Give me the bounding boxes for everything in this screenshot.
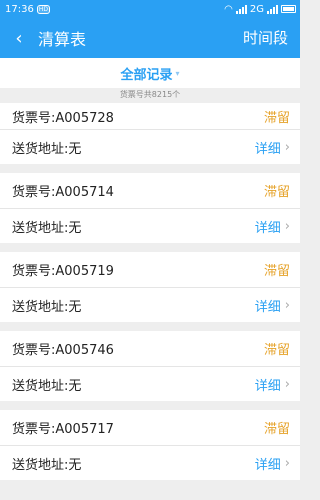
record-card[interactable]: 货票号:A005746 滞留 送货地址:无 详细 › xyxy=(0,331,300,401)
detail-link[interactable]: 详细 › xyxy=(255,296,290,315)
ticket-text: 货票号:A005746 xyxy=(12,343,114,358)
address-value: 无 xyxy=(68,141,82,157)
status-badge: 滞留 xyxy=(263,185,290,200)
time-filter-button[interactable]: 时间段 xyxy=(243,18,288,58)
signal-icon-2 xyxy=(267,4,278,14)
address-text: 送货地址:无 xyxy=(12,457,82,473)
ticket-text: 货票号:A005717 xyxy=(12,422,114,437)
chevron-right-icon: › xyxy=(284,297,290,313)
record-card[interactable]: 货票号:A005714 滞留 送货地址:无 详细 › xyxy=(0,173,300,243)
address-row: 送货地址:无 详细 › xyxy=(0,366,300,401)
record-filter-dropdown[interactable]: 全部记录 ▾ xyxy=(0,58,300,88)
ticket-row: 货票号:A005717 滞留 xyxy=(0,410,300,445)
chevron-right-icon: › xyxy=(284,455,290,471)
detail-link[interactable]: 详细 › xyxy=(255,217,290,236)
address-value: 无 xyxy=(68,220,82,236)
page-title: 清算表 xyxy=(38,30,87,49)
title-bar: ‹ 清算表 时间段 xyxy=(0,18,300,58)
ticket-text: 货票号:A005728 xyxy=(12,110,114,126)
address-row: 送货地址:无 详细 › xyxy=(0,445,300,480)
wifi-icon: ◠ xyxy=(224,3,233,15)
ticket-number: A005746 xyxy=(55,343,114,358)
record-card[interactable]: 货票号:A005728 滞留 送货地址:无 详细 › xyxy=(0,103,300,164)
status-badge: 滞留 xyxy=(263,264,290,279)
battery-icon xyxy=(281,5,296,13)
address-value: 无 xyxy=(68,457,82,473)
address-text: 送货地址:无 xyxy=(12,220,82,236)
ticket-row: 货票号:A005719 滞留 xyxy=(0,252,300,287)
ticket-text: 货票号:A005719 xyxy=(12,264,114,279)
address-row: 送货地址:无 详细 › xyxy=(0,129,300,164)
back-arrow-icon: ‹ xyxy=(15,27,23,49)
record-list: 货票号:A005728 滞留 送货地址:无 详细 › 货票号:A005714 滞留… xyxy=(0,103,300,480)
status-time: 17:36 xyxy=(5,3,34,15)
detail-link[interactable]: 详细 › xyxy=(255,454,290,473)
filter-label: 全部记录 xyxy=(120,67,173,83)
address-row: 送货地址:无 详细 › xyxy=(0,208,300,243)
chevron-right-icon: › xyxy=(284,218,290,234)
address-text: 送货地址:无 xyxy=(12,141,82,157)
ticket-number: A005719 xyxy=(55,264,114,279)
status-badge: 滞留 xyxy=(263,422,290,437)
ticket-row: 货票号:A005728 滞留 xyxy=(0,103,300,129)
ticket-number: A005717 xyxy=(55,422,114,437)
ticket-text: 货票号:A005714 xyxy=(12,185,114,200)
status-badge: 滞留 xyxy=(263,343,290,358)
record-count: 货票号共8215个 xyxy=(0,88,300,103)
record-card[interactable]: 货票号:A005719 滞留 送货地址:无 详细 › xyxy=(0,252,300,322)
status-bar: 17:36 HD ◠ 2G xyxy=(0,0,300,18)
record-card[interactable]: 货票号:A005717 滞留 送货地址:无 详细 › xyxy=(0,410,300,480)
status-badge: 滞留 xyxy=(263,110,290,126)
detail-link[interactable]: 详细 › xyxy=(255,375,290,394)
ticket-number: A005728 xyxy=(55,110,114,126)
ticket-number: A005714 xyxy=(55,185,114,200)
signal-icon xyxy=(235,4,247,14)
hd-badge: HD xyxy=(36,4,50,14)
chevron-right-icon: › xyxy=(284,139,290,155)
ticket-row: 货票号:A005714 滞留 xyxy=(0,173,300,208)
address-text: 送货地址:无 xyxy=(12,378,82,394)
ticket-row: 货票号:A005746 滞留 xyxy=(0,331,300,366)
address-value: 无 xyxy=(68,299,82,315)
address-value: 无 xyxy=(68,378,82,394)
dropdown-arrow-icon: ▾ xyxy=(175,68,180,78)
chevron-right-icon: › xyxy=(284,376,290,392)
address-row: 送货地址:无 详细 › xyxy=(0,287,300,322)
network-type: 2G xyxy=(249,3,264,15)
address-text: 送货地址:无 xyxy=(12,299,82,315)
detail-link[interactable]: 详细 › xyxy=(255,138,290,157)
back-button[interactable]: ‹ xyxy=(0,18,38,58)
